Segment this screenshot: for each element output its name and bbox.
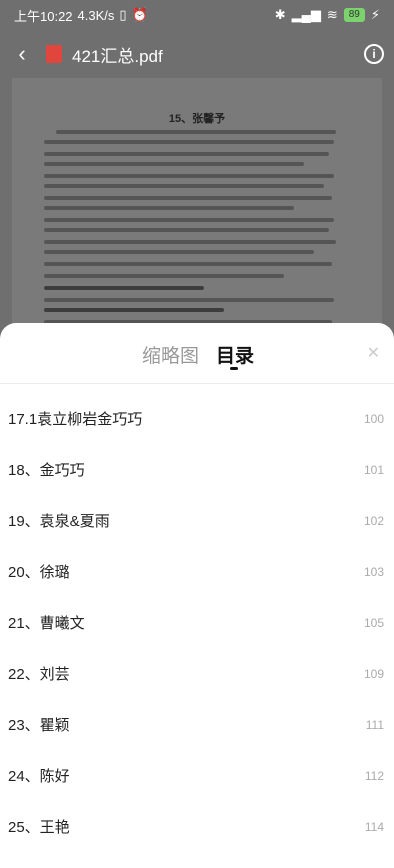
toc-item-title: 23、瞿颖: [8, 717, 70, 734]
toc-item-page: 112: [364, 768, 384, 783]
toc-item-title: 19、袁泉&夏雨: [8, 513, 110, 530]
toc-item-page: 114: [364, 819, 384, 834]
document-preview: 15、张馨予: [12, 78, 382, 338]
vibrate-icon: ▯: [119, 7, 127, 22]
toc-item[interactable]: 23、瞿颖 111: [0, 699, 394, 750]
toc-item-title: 18、金巧巧: [8, 462, 85, 479]
close-icon[interactable]: ✕: [367, 343, 380, 363]
toc-item-title: 20、徐璐: [8, 564, 70, 581]
toc-item-page: 100: [363, 411, 384, 426]
toc-item-page: 111: [365, 717, 384, 732]
status-bar: 上午10:22 4.3K/s ▯ ⏰ ✱ ▂▄▆ ≋ 89 ⚡: [0, 0, 394, 30]
back-arrow-icon[interactable]: ‹: [4, 41, 40, 67]
toc-item[interactable]: 22、刘芸 109: [0, 648, 394, 699]
document-title: 421汇总.pdf: [72, 46, 163, 66]
toc-item[interactable]: 24、陈好 112: [0, 750, 394, 801]
toc-item-page: 103: [363, 564, 384, 579]
toc-list: 17.1袁立柳岩金巧巧 100 18、金巧巧 101 19、袁泉&夏雨 102 20、…: [0, 393, 394, 852]
toc-item-title: 17.1袁立柳岩金巧巧: [8, 411, 143, 428]
divider: [0, 383, 394, 384]
toc-item-title: 24、陈好: [8, 768, 70, 785]
toc-item[interactable]: 21、曹曦文 105: [0, 597, 394, 648]
toc-item[interactable]: 20、徐璐 103: [0, 546, 394, 597]
tab-thumbnails[interactable]: 缩略图: [142, 341, 199, 368]
toc-panel: 缩略图 目录 ✕ 17.1袁立柳岩金巧巧 100 18、金巧巧 101 19、袁泉&…: [0, 323, 394, 868]
battery-icon: 89: [343, 8, 365, 22]
toc-item-page: 102: [363, 513, 384, 528]
document-heading: 15、张馨予: [168, 113, 226, 125]
info-icon[interactable]: i: [364, 44, 384, 64]
tab-toc[interactable]: 目录: [216, 341, 254, 368]
toc-item[interactable]: 18、金巧巧 101: [0, 444, 394, 495]
toc-item[interactable]: 19、袁泉&夏雨 102: [0, 495, 394, 546]
toc-item-page: 109: [363, 666, 384, 681]
bluetooth-icon: ✱: [274, 7, 286, 22]
status-time: 上午10:22: [14, 8, 73, 24]
top-bar: ‹ 421汇总.pdf i: [0, 30, 394, 78]
charging-icon: ⚡: [370, 7, 380, 22]
toc-item-title: 22、刘芸: [8, 666, 70, 683]
toc-item-title: 25、王艳: [8, 819, 70, 836]
pdf-file-icon: [46, 45, 62, 63]
toc-item-page: 105: [363, 615, 384, 630]
wifi-icon: ≋: [326, 7, 338, 22]
alarm-icon: ⏰: [131, 7, 148, 22]
network-speed: 4.3K/s: [77, 7, 115, 23]
toc-item-title: 21、曹曦文: [8, 615, 85, 632]
toc-item-page: 101: [363, 462, 384, 477]
panel-tabs: 缩略图 目录 ✕: [0, 323, 394, 383]
signal-icon: ▂▄▆: [291, 7, 321, 22]
tab-indicator: [230, 367, 238, 370]
toc-item[interactable]: 17.1袁立柳岩金巧巧 100: [0, 393, 394, 444]
toc-item[interactable]: 25、王艳 114: [0, 801, 394, 852]
